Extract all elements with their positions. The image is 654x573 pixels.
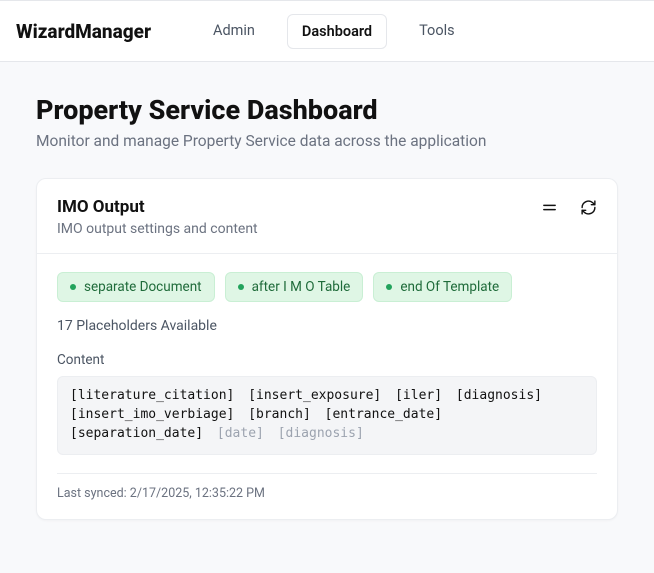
placeholder-token: [literature_citation] xyxy=(70,388,234,403)
card-body: separate Document after I M O Table end … xyxy=(37,254,617,519)
brand: WizardManager xyxy=(16,20,151,43)
placeholder-token: [diagnosis] xyxy=(456,388,542,403)
badge-label: after I M O Table xyxy=(252,279,351,295)
badge-label: end Of Template xyxy=(400,279,499,295)
placeholder-token: [insert_imo_verbiage] xyxy=(70,407,234,422)
badge-after-imo-table: after I M O Table xyxy=(225,272,364,302)
placeholder-token: [diagnosis] xyxy=(278,426,364,441)
nav-tabs: Admin Dashboard Tools xyxy=(199,14,469,49)
badge-separate-document: separate Document xyxy=(57,272,215,302)
card-subtitle: IMO output settings and content xyxy=(57,221,258,237)
badge-label: separate Document xyxy=(84,279,202,295)
imo-output-card: IMO Output IMO output settings and conte… xyxy=(36,178,618,520)
content-box: [literature_citation] [insert_exposure] … xyxy=(57,376,597,455)
card-actions xyxy=(541,197,597,216)
badge-end-of-template: end Of Template xyxy=(373,272,512,302)
placeholder-token: [entrance_date] xyxy=(325,407,442,422)
content-label: Content xyxy=(57,352,597,368)
page-subtitle: Monitor and manage Property Service data… xyxy=(36,132,618,150)
placeholder-token: [branch] xyxy=(248,407,311,422)
status-dot xyxy=(386,284,392,290)
tab-tools[interactable]: Tools xyxy=(405,14,469,49)
top-nav: WizardManager Admin Dashboard Tools xyxy=(0,0,654,62)
tab-admin[interactable]: Admin xyxy=(199,14,269,49)
status-dot xyxy=(238,284,244,290)
placeholder-count: 17 Placeholders Available xyxy=(57,318,597,334)
card-title: IMO Output xyxy=(57,197,258,217)
page-content: Property Service Dashboard Monitor and m… xyxy=(0,62,654,540)
settings-icon[interactable] xyxy=(541,199,558,216)
card-header: IMO Output IMO output settings and conte… xyxy=(37,179,617,254)
placeholder-token: [separation_date] xyxy=(70,426,203,441)
page-title: Property Service Dashboard xyxy=(36,94,618,126)
tab-dashboard[interactable]: Dashboard xyxy=(287,14,387,49)
placeholder-token: [insert_exposure] xyxy=(248,388,381,403)
placeholder-token: [date] xyxy=(217,426,264,441)
status-dot xyxy=(70,284,76,290)
placeholder-token: [iler] xyxy=(395,388,442,403)
last-synced: Last synced: 2/17/2025, 12:35:22 PM xyxy=(57,473,597,501)
badges-row: separate Document after I M O Table end … xyxy=(57,272,597,302)
refresh-icon[interactable] xyxy=(580,199,597,216)
